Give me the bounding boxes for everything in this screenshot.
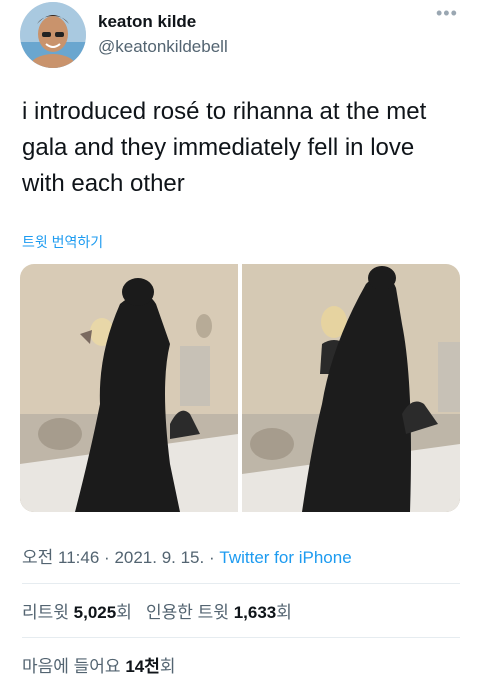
retweets-label: 리트윗 (22, 603, 69, 622)
tweet-photo-2[interactable] (242, 264, 460, 512)
divider (22, 583, 460, 584)
retweets-stat[interactable]: 리트윗 5,025회 (22, 603, 132, 622)
tweet-date: 2021. 9. 15. (114, 548, 205, 567)
quotes-label: 인용한 트윗 (146, 603, 229, 622)
likes-count: 14천 (125, 657, 160, 676)
retweets-count: 5,025 (73, 603, 117, 622)
quotes-unit: 회 (276, 603, 292, 622)
meta-separator: · (208, 548, 215, 567)
tweet-photo-1[interactable] (20, 264, 238, 512)
user-handle[interactable]: @keatonkildebell (98, 37, 228, 57)
tweet-header: keaton kilde @keatonkildebell ••• (0, 0, 480, 78)
divider (22, 637, 460, 638)
tweet-source-link[interactable]: Twitter for iPhone (219, 548, 351, 567)
retweet-quote-stats: 리트윗 5,025회 인용한 트윗 1,633회 (22, 598, 292, 623)
tweet-media[interactable] (20, 264, 460, 512)
likes-label: 마음에 들어요 (22, 657, 121, 676)
tweet-time: 오전 11:46 (22, 548, 100, 567)
meta-separator: · (104, 548, 110, 567)
more-horizontal-icon[interactable]: ••• (436, 4, 458, 22)
quotes-count: 1,633 (233, 603, 277, 622)
quotes-stat[interactable]: 인용한 트윗 1,633회 (146, 603, 292, 622)
display-name[interactable]: keaton kilde (98, 12, 196, 32)
tweet-text: i introduced rosé to rihanna at the met … (22, 98, 427, 197)
retweets-unit: 회 (116, 603, 132, 622)
tweet-meta: 오전 11:46 · 2021. 9. 15. · Twitter for iP… (22, 543, 352, 568)
avatar[interactable] (20, 2, 86, 68)
likes-stat[interactable]: 마음에 들어요 14천회 (22, 652, 176, 677)
likes-unit: 회 (159, 657, 176, 676)
translate-tweet-link[interactable]: 트윗 번역하기 (22, 232, 103, 252)
